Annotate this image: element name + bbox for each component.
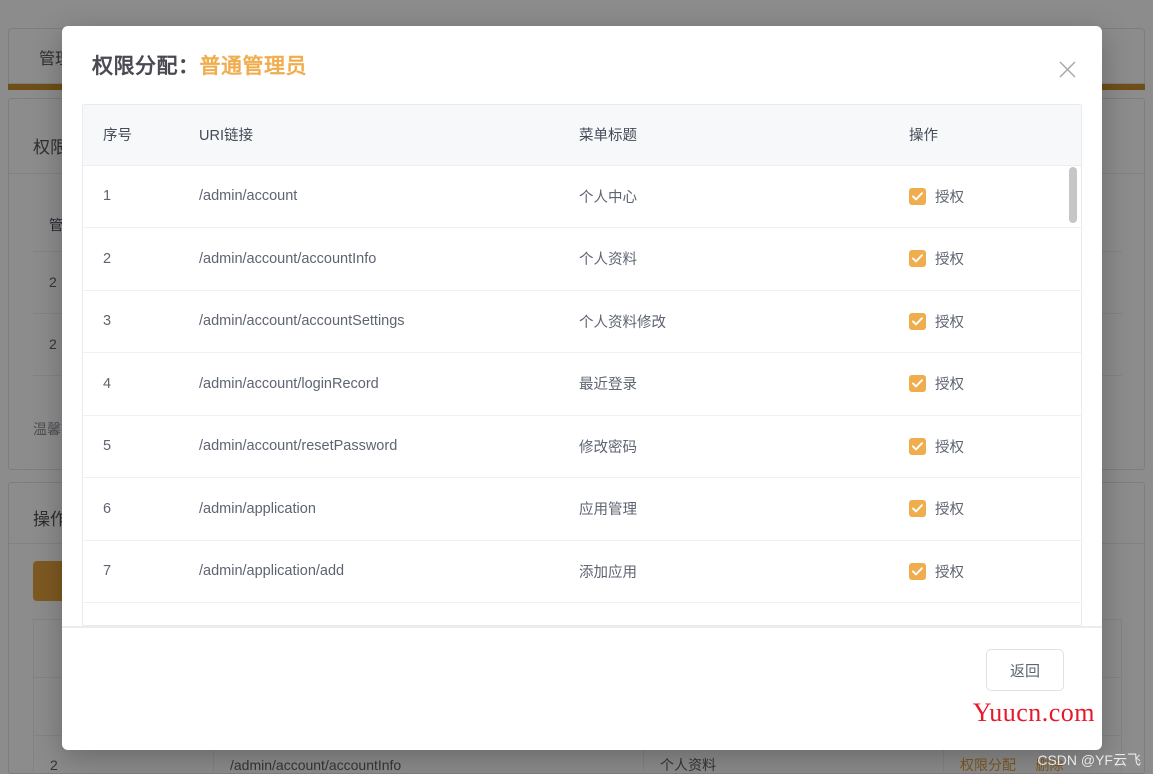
row-uri: /admin/account/loginRecord xyxy=(179,352,559,416)
grant-checkbox-row-7[interactable]: 授权 xyxy=(909,561,1061,582)
row-action-cell: 授权 xyxy=(889,227,1081,291)
row-menu: 个人中心 xyxy=(559,165,889,228)
screen-root: 管理 权限 管理 操作 2 权限分配 xyxy=(0,0,1153,774)
footer-divider xyxy=(62,627,1102,628)
grant-checkbox-row-6[interactable]: 授权 xyxy=(909,498,1061,519)
grant-label: 授权 xyxy=(935,564,964,581)
column-header-index: 序号 xyxy=(83,105,179,166)
grant-checkbox-row-2[interactable]: 授权 xyxy=(909,248,1061,269)
checkbox-checked-icon[interactable] xyxy=(909,312,926,330)
checkbox-checked-icon[interactable] xyxy=(909,187,926,205)
checkbox-checked-icon[interactable] xyxy=(909,250,926,268)
grant-label: 授权 xyxy=(935,377,964,394)
row-index: 4 xyxy=(83,352,179,416)
checkbox-checked-icon[interactable] xyxy=(909,562,926,580)
dialog-header: 权限分配：普通管理员 xyxy=(62,26,1102,104)
checkbox-checked-icon[interactable] xyxy=(909,500,926,518)
table-row: 1 /admin/account 个人中心 授权 xyxy=(83,165,1081,228)
row-menu: 个人资料 xyxy=(559,227,889,291)
row-menu: 添加应用 xyxy=(559,540,889,603)
table-row: 6 /admin/application 应用管理 授权 xyxy=(83,477,1081,541)
grant-label: 授权 xyxy=(935,502,964,519)
row-action-cell: 授权 xyxy=(889,352,1081,416)
row-menu: 应用管理 xyxy=(559,477,889,541)
row-uri: /admin/application/list xyxy=(179,602,559,625)
back-button[interactable]: 返回 xyxy=(986,649,1064,691)
close-icon[interactable] xyxy=(1050,52,1084,86)
row-menu: 应用列表 xyxy=(559,602,889,625)
dialog-title-prefix: 权限分配： xyxy=(92,55,200,78)
row-index: 2 xyxy=(83,227,179,291)
row-action-cell: 授权 xyxy=(889,602,1081,625)
row-index: 3 xyxy=(83,290,179,353)
dialog-body: 序号 URI链接 菜单标题 操作 1 /admin/account 个人中心 授… xyxy=(62,104,1102,626)
grant-checkbox-row-4[interactable]: 授权 xyxy=(909,373,1061,394)
checkbox-checked-icon[interactable] xyxy=(909,437,926,455)
row-index: 1 xyxy=(83,165,179,228)
grant-label: 授权 xyxy=(935,314,964,331)
table-row: 2 /admin/account/accountInfo 个人资料 授权 xyxy=(83,227,1081,291)
table-row: 8 /admin/application/list 应用列表 授权 xyxy=(83,602,1081,625)
row-uri: /admin/account/resetPassword xyxy=(179,415,559,478)
table-row: 3 /admin/account/accountSettings 个人资料修改 … xyxy=(83,290,1081,353)
grant-label: 授权 xyxy=(935,189,964,206)
row-index: 8 xyxy=(83,602,179,625)
permission-table-body: 1 /admin/account 个人中心 授权 2 /admin/accoun… xyxy=(83,165,1081,625)
row-action-cell: 授权 xyxy=(889,540,1081,603)
row-menu: 修改密码 xyxy=(559,415,889,478)
table-row: 4 /admin/account/loginRecord 最近登录 授权 xyxy=(83,352,1081,416)
row-uri: /admin/application xyxy=(179,477,559,541)
row-uri: /admin/account/accountInfo xyxy=(179,227,559,291)
grant-checkbox-row-1[interactable]: 授权 xyxy=(909,186,1061,207)
permission-table-header-row: 序号 URI链接 菜单标题 操作 xyxy=(83,105,1081,166)
grant-checkbox-row-5[interactable]: 授权 xyxy=(909,436,1061,457)
row-uri: /admin/account xyxy=(179,165,559,228)
table-scrollbar-thumb[interactable] xyxy=(1069,167,1077,223)
row-uri: /admin/account/accountSettings xyxy=(179,290,559,353)
checkbox-checked-icon[interactable] xyxy=(909,375,926,393)
column-header-uri: URI链接 xyxy=(179,105,559,166)
table-scrollbar[interactable] xyxy=(1069,165,1077,623)
grant-label: 授权 xyxy=(935,439,964,456)
table-row: 7 /admin/application/add 添加应用 授权 xyxy=(83,540,1081,603)
permission-assign-dialog: 权限分配：普通管理员 序号 URI链接 菜单标题 操作 1 /admin/acc… xyxy=(62,26,1102,750)
permission-table-scroll-area: 序号 URI链接 菜单标题 操作 1 /admin/account 个人中心 授… xyxy=(82,104,1082,626)
row-menu: 个人资料修改 xyxy=(559,290,889,353)
dialog-footer: 返回 xyxy=(62,626,1102,750)
dialog-role-name: 普通管理员 xyxy=(199,55,307,78)
row-index: 7 xyxy=(83,540,179,603)
page-title: 权限分配：普通管理员 xyxy=(92,50,307,80)
row-action-cell: 授权 xyxy=(889,415,1081,478)
row-action-cell: 授权 xyxy=(889,165,1081,228)
row-action-cell: 授权 xyxy=(889,477,1081,541)
row-uri: /admin/application/add xyxy=(179,540,559,603)
column-header-action: 操作 xyxy=(889,105,1081,166)
column-header-menu: 菜单标题 xyxy=(559,105,889,166)
row-index: 6 xyxy=(83,477,179,541)
row-menu: 最近登录 xyxy=(559,352,889,416)
row-action-cell: 授权 xyxy=(889,290,1081,353)
grant-checkbox-row-3[interactable]: 授权 xyxy=(909,311,1061,332)
table-row: 5 /admin/account/resetPassword 修改密码 授权 xyxy=(83,415,1081,478)
row-index: 5 xyxy=(83,415,179,478)
permission-table: 序号 URI链接 菜单标题 操作 1 /admin/account 个人中心 授… xyxy=(83,105,1081,625)
grant-label: 授权 xyxy=(935,252,964,269)
